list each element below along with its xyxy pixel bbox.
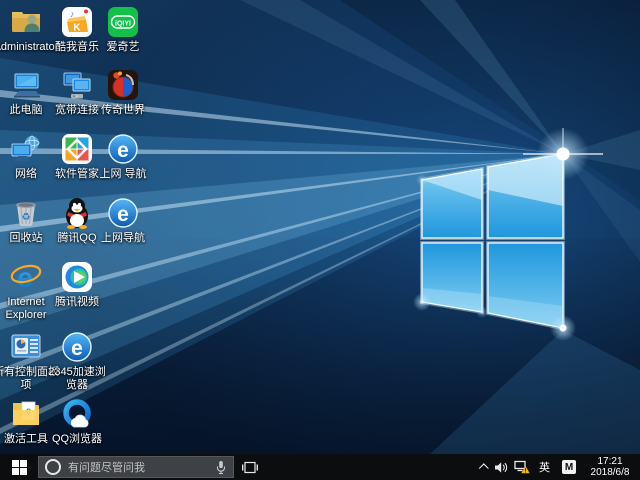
desktop-icon-2345-browser[interactable]: e 2345加速浏览器 bbox=[43, 330, 111, 392]
network-button[interactable] bbox=[511, 454, 533, 480]
svg-text:e: e bbox=[117, 139, 129, 162]
system-tray: 英 M 17:21 2018/6/8 bbox=[478, 454, 640, 480]
recycle-bin-icon: ♻ bbox=[9, 196, 43, 230]
ime-language-indicator: 英 bbox=[536, 459, 553, 475]
icon-label: 爱奇艺 bbox=[107, 41, 140, 54]
svg-text:e: e bbox=[71, 337, 83, 360]
taskbar: 有问题尽管问我 bbox=[0, 454, 640, 480]
legend-world-icon bbox=[106, 68, 140, 102]
icon-label: 激活工具 bbox=[4, 433, 48, 446]
desktop-icon-iqiyi[interactable]: iQIYI 爱奇艺 bbox=[89, 5, 157, 54]
user-folder-icon bbox=[9, 5, 43, 39]
icon-label: 传奇世界 bbox=[101, 104, 145, 117]
tray-expand-button[interactable] bbox=[478, 454, 491, 480]
windows-logo-icon bbox=[12, 460, 27, 475]
clock-date: 2018/6/8 bbox=[591, 467, 630, 478]
icon-label: 2345加速浏览器 bbox=[43, 366, 111, 392]
ime-language-button[interactable]: 英 bbox=[533, 454, 556, 480]
icon-label: 此电脑 bbox=[10, 104, 43, 117]
chevron-up-icon bbox=[479, 463, 489, 473]
start-button[interactable] bbox=[0, 454, 38, 480]
qq-browser-icon bbox=[60, 397, 94, 431]
desktop-icon-web-navigation-1[interactable]: e 上网 导航 bbox=[89, 132, 157, 181]
network-icon bbox=[9, 132, 43, 166]
computer-icon bbox=[9, 68, 43, 102]
tencent-video-icon bbox=[60, 260, 94, 294]
activation-tool-folder-icon: e bbox=[9, 397, 43, 431]
browser-e-icon: e bbox=[60, 330, 94, 364]
svg-text:K: K bbox=[73, 23, 81, 34]
browser-e-icon: e bbox=[106, 132, 140, 166]
internet-explorer-icon: e bbox=[9, 260, 43, 294]
icon-label: 网络 bbox=[15, 168, 37, 181]
iqiyi-icon: iQIYI bbox=[106, 5, 140, 39]
svg-text:iQIYI: iQIYI bbox=[115, 21, 131, 28]
task-view-icon bbox=[242, 461, 258, 474]
task-view-button[interactable] bbox=[234, 454, 266, 480]
icon-label: 回收站 bbox=[10, 232, 43, 245]
svg-text:♻: ♻ bbox=[22, 212, 31, 223]
desktop-icon-tencent-video[interactable]: 腾讯视频 bbox=[43, 260, 111, 309]
volume-button[interactable] bbox=[491, 454, 511, 480]
browser-e-icon: e bbox=[106, 196, 140, 230]
icon-label: 上网导航 bbox=[101, 232, 145, 245]
icon-label: 上网 导航 bbox=[99, 168, 146, 181]
search-placeholder: 有问题尽管问我 bbox=[68, 459, 215, 475]
desktop[interactable]: Administrator K ♪ 酷我音乐 iQIYI 爱奇艺 bbox=[0, 0, 640, 454]
speaker-icon bbox=[494, 461, 508, 474]
windows-desktop-screen: Administrator K ♪ 酷我音乐 iQIYI 爱奇艺 bbox=[0, 0, 640, 480]
icon-label: QQ浏览器 bbox=[52, 433, 102, 446]
control-panel-icon bbox=[9, 330, 43, 364]
desktop-icon-qq-browser[interactable]: QQ浏览器 bbox=[43, 397, 111, 446]
svg-text:e: e bbox=[117, 203, 129, 226]
cortana-icon bbox=[45, 459, 61, 475]
clock[interactable]: 17:21 2018/6/8 bbox=[582, 456, 640, 478]
ime-mode-badge: M bbox=[562, 460, 576, 474]
desktop-icon-web-navigation-2[interactable]: e 上网导航 bbox=[89, 196, 157, 245]
clock-time: 17:21 bbox=[597, 456, 622, 467]
microphone-icon[interactable] bbox=[215, 460, 227, 475]
desktop-icon-legend-world[interactable]: 传奇世界 bbox=[89, 68, 157, 117]
search-input[interactable]: 有问题尽管问我 bbox=[38, 456, 234, 478]
icon-label: 腾讯视频 bbox=[55, 296, 99, 309]
ime-mode-button[interactable]: M bbox=[556, 454, 582, 480]
svg-text:♪: ♪ bbox=[70, 9, 75, 19]
network-warning-icon bbox=[514, 460, 530, 474]
